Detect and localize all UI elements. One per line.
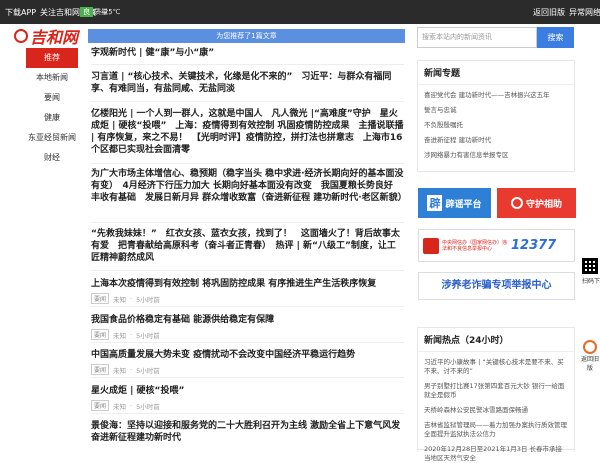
search-input[interactable]: 搜索本站内的新闻资讯 [417,27,537,48]
top-bar: 下载APP 关注吉和网 北京 16℃～25℃ 空气质量： 良 返回旧版 异常网络 [0,0,600,24]
topic-link[interactable]: 涉网络暴力有害信息举报专区 [418,151,574,160]
article-time: 5小时前 [136,366,160,375]
divider [91,270,404,271]
report-center-banner[interactable]: 中央网信办（国家网信办）违法和不良信息举报中心 12377 [418,229,575,262]
divider [91,64,404,65]
list-item[interactable]: 上海本次疫情得到有效控制 将巩固防控成果 有序推进生产生活秩序恢复 要闻 未知 … [91,278,404,304]
topics-panel: 新闻专题 喜迎党代会 建功新时代——吉林振兴这五年 誓言与忠诚 不负殷殷嘱托 奋… [417,60,575,172]
divider [91,377,404,378]
piyao-banner[interactable]: 辟 辟谣平台 [418,188,491,218]
divider [91,342,404,343]
hot-news-title: 新闻热点（24小时） [418,328,574,352]
category-tag[interactable]: 要闻 [91,400,110,411]
nav-item-local[interactable]: 本地新闻 [26,68,78,88]
piyao-icon: 辟 [427,195,443,211]
list-item[interactable]: 中国高质量发展大势未变 疫情扰动不会改变中国经济平稳运行趋势 要闻 未知 · 5… [91,349,404,375]
other-link[interactable]: 异常网络 [569,7,600,18]
nav-item-finance[interactable]: 财经 [26,148,78,168]
logo-text: 吉和网 [30,28,79,47]
qr-label: 扫码下载 [582,278,600,285]
nav-item-health[interactable]: 健康 [26,108,78,128]
article-title[interactable]: 景俊海：坚持以迎接和服务党的二十大胜利召开为主线 激励全省上下意气风发奋进新征程… [91,420,404,444]
article-time: 5小时前 [136,402,160,411]
divider [91,413,404,414]
hot-news-panel: 新闻热点（24小时） 习近平的小康故事 | “关键核心技术是要不来、买不来、讨不… [417,327,575,462]
topic-link[interactable]: 誓言与忠诚 [418,106,574,115]
qr-code-widget[interactable]: 扫码下载 [582,258,600,296]
category-tag[interactable]: 要闻 [91,293,110,304]
list-item[interactable]: 星火成炬 | 硬核“投喂” 要闻 未知 · 5小时前 [91,385,404,411]
article-meta: 要闻 未知 · 5小时前 [91,293,404,304]
article-title[interactable]: 中国高质量发展大势未变 疫情扰动不会改变中国经济平稳运行趋势 [91,349,404,361]
recommend-notice: 为您推荐了1篇文章 [88,29,405,43]
article-time: 5小时前 [136,295,160,304]
download-app-link[interactable]: 下载APP [5,7,36,18]
article-title[interactable]: 字观新时代 | 健“康”与小“康” [91,47,404,59]
category-tag[interactable]: 要闻 [91,364,110,375]
nav-item-headlines[interactable]: 要闻 [26,88,78,108]
divider [91,222,404,223]
search-button[interactable]: 搜索 [537,27,574,48]
list-item[interactable]: 字观新时代 | 健“康”与小“康” [91,47,404,59]
article-meta: 要闻 未知 · 5小时前 [91,329,404,340]
article-title[interactable]: 习言道 | “核心技术、关键技术，化缘是化不来的” 习近平：与群众有福同享、有难… [91,71,404,95]
shouhu-label: 守护相助 [525,199,562,210]
divider [91,101,404,102]
article-title[interactable]: 我国食品价格稳定有基础 能源供给稳定有保障 [91,314,404,326]
nav-item-recommend[interactable]: 推荐 [26,48,78,68]
article-source: 未知 [113,366,127,375]
article-time: 5小时前 [136,331,160,340]
follow-link[interactable]: 关注吉和网 [40,7,80,18]
topics-title: 新闻专题 [418,61,574,85]
topic-link[interactable]: 奋进新征程 建功新时代 [418,136,574,145]
shield-icon [510,197,523,209]
list-item[interactable]: 为广大市场主体增信心、稳预期（稳字当头 稳中求进·经济长期向好的基本面没有变） … [91,168,407,204]
fraud-report-banner[interactable]: 涉养老诈骗专项举报中心 [418,272,575,300]
divider [91,163,404,164]
hotline-number: 12377 [511,238,557,253]
article-title[interactable]: 亿楼阳光 | 一个人到一群人，这就是中国人 凡人微光 |“高难度”守护 星火成炬… [91,108,404,156]
topic-link[interactable]: 不负殷殷嘱托 [418,121,574,130]
hot-news-link[interactable]: 吉林省监狱管理局——着力加强办案执行质效管理 全面提升监狱执法公信力 [418,421,574,439]
list-item[interactable]: 亿楼阳光 | 一个人到一群人，这就是中国人 凡人微光 |“高难度”守护 星火成炬… [91,108,404,156]
article-meta: 要闻 未知 · 5小时前 [91,364,404,375]
category-tag[interactable]: 要闻 [91,329,110,340]
hot-news-link[interactable]: 男子别墅打比赛17张第四套百元大钞 银行一给面就全是假币 [418,382,574,400]
hot-news-link[interactable]: 2020年12月28日至2021年1月3日 长春市承接当地区天然气安全 [418,445,574,463]
shouhu-banner[interactable]: 守护相助 [497,188,576,218]
article-source: 未知 [113,331,127,340]
article-title[interactable]: “先救我妹妹！” 红衣女孩、蓝衣女孩，找到了！ 这面墙火了！背后故事太有爱 把青… [91,228,404,264]
qr-code-icon [582,258,598,274]
list-item[interactable]: “先救我妹妹！” 红衣女孩、蓝衣女孩，找到了！ 这面墙火了！背后故事太有爱 把青… [91,228,404,264]
back-old-version-link[interactable]: 返回旧版 [533,7,565,18]
article-title[interactable]: 上海本次疫情得到有效控制 将巩固防控成果 有序推进生产生活秩序恢复 [91,278,404,290]
piyao-label: 辟谣平台 [445,199,482,210]
article-source: 未知 [113,295,127,304]
list-item[interactable]: 景俊海：坚持以迎接和服务党的二十大胜利召开为主线 激励全省上下意气风发奋进新征程… [91,420,404,444]
hot-news-link[interactable]: 习近平的小康故事 | “关键核心技术是要不来、买不来、讨不来的” [418,358,574,376]
divider [91,306,404,307]
article-source: 未知 [113,402,127,411]
article-title[interactable]: 为广大市场主体增信心、稳预期（稳字当头 稳中求进·经济长期向好的基本面没有变） … [91,168,407,204]
site-logo[interactable]: 吉和网 [14,26,79,47]
logo-icon [14,29,28,43]
list-item[interactable]: 习言道 | “核心技术、关键技术，化缘是化不来的” 习近平：与群众有福同享、有难… [91,71,404,95]
nav-item-east-asia[interactable]: 东亚经贸新闻 [26,128,78,148]
report-center-logo-icon [423,237,439,254]
hot-news-link[interactable]: 天桥岭森林公安民警冰雪路面保畅通 [418,406,574,415]
home-label: 返回旧版 [580,356,599,372]
back-old-version-widget[interactable]: 返回旧版 [580,340,600,372]
list-item[interactable]: 我国食品价格稳定有基础 能源供给稳定有保障 要闻 未知 · 5小时前 [91,314,404,340]
article-meta: 要闻 未知 · 5小时前 [91,400,404,411]
air-quality-badge: 良 [80,7,93,17]
topic-link[interactable]: 喜迎党代会 建功新时代——吉林振兴这五年 [418,91,574,100]
article-title[interactable]: 星火成炬 | 硬核“投喂” [91,385,404,397]
report-center-label: 中央网信办（国家网信办）违法和不良信息举报中心 [442,239,508,252]
home-icon [583,340,597,354]
